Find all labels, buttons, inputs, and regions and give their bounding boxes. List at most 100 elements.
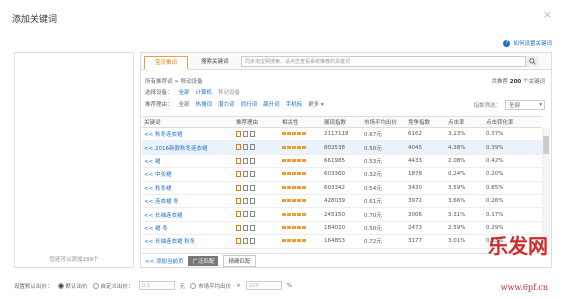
col-ctr[interactable]: 点击率 <box>446 116 484 128</box>
more-button[interactable]: 更多 ▾ <box>308 100 324 108</box>
relevance-bar <box>280 167 322 182</box>
avg-price-value: 0.72元 <box>362 234 406 249</box>
keyword-add-link[interactable]: << 中长裙 <box>142 167 234 182</box>
ctr-value: 3.13% <box>446 127 484 142</box>
keyword-add-link[interactable]: << 秋冬连衣裙 <box>142 127 234 142</box>
keyword-add-link[interactable]: << 长袖连衣裙 <box>142 207 234 222</box>
reason-tag-icon <box>236 211 241 218</box>
table-row[interactable]: << 长袖连衣裙 245150 0.70元 3006 3.31% 0.17% <box>142 207 542 222</box>
ctr-value: 3.59% <box>446 181 484 195</box>
reason-peer[interactable]: 同行词 <box>241 100 258 108</box>
competition-value: 4433 <box>406 154 446 169</box>
reason-tag-icon <box>250 171 255 178</box>
table-row[interactable]: << 中长裙 603360 0.32元 1878 0.24% 0.20% <box>142 167 542 182</box>
broad-match-button[interactable]: 广泛匹配 <box>188 255 219 266</box>
col-impressions[interactable]: 展现指数 <box>322 116 362 128</box>
reason-tag-icon <box>243 144 248 151</box>
reason-tag-icon <box>236 238 241 245</box>
col-relevance[interactable]: 相关性 <box>280 116 322 128</box>
relevance-bar-icon <box>282 212 306 216</box>
competition-value: 3006 <box>406 207 446 222</box>
avg-price-value: 0.70元 <box>362 207 406 222</box>
relevance-bar-icon <box>282 132 306 136</box>
impressions-value: 603342 <box>322 181 362 195</box>
close-icon[interactable]: × <box>543 8 552 21</box>
impressions-value: 428039 <box>322 194 362 209</box>
percent-input[interactable]: 100 <box>245 281 282 290</box>
reason-tag-icon <box>250 197 255 204</box>
breadcrumb: 所有推荐词 > 移动设备 <box>145 79 203 85</box>
table-row[interactable]: << 连衣裙 冬 428039 0.61元 3972 3.66% 0.26% <box>142 194 542 209</box>
avg-price-value: 0.32元 <box>362 167 406 182</box>
reason-tag-icon <box>236 197 241 204</box>
keyword-add-link[interactable]: << 裙 <box>142 154 234 169</box>
col-avg-price[interactable]: 市场平均出价 <box>362 116 406 128</box>
radio-custom[interactable]: 自定义出价： <box>92 282 134 290</box>
reason-icons <box>234 181 280 195</box>
reason-tag-icon <box>250 157 255 164</box>
col-keyword[interactable]: 关键词 <box>142 116 234 128</box>
table-row[interactable]: << 裙 661985 0.53元 4433 2.08% 0.42% <box>142 154 542 169</box>
reason-mobile[interactable]: 手机标 <box>286 100 303 108</box>
ctr-value: 0.24% <box>446 167 484 182</box>
search-button[interactable] <box>525 56 539 67</box>
table-row[interactable]: << 裙 冬 184020 0.50元 2473 2.59% 0.29% <box>142 221 542 236</box>
avg-price-value: 0.67元 <box>362 127 406 142</box>
keyword-add-link[interactable]: << 秋冬裙 <box>142 181 234 195</box>
table-row[interactable]: << 秋冬裙 603342 0.54元 3430 3.59% 0.85% <box>142 181 542 195</box>
competition-value: 1878 <box>406 167 446 182</box>
radio-default[interactable]: 默认出价 <box>57 282 88 290</box>
scrollbar-thumb[interactable] <box>543 136 549 154</box>
table-row[interactable]: << 秋冬连衣裙 2117118 0.67元 6162 3.13% 0.37% <box>142 127 542 142</box>
table-row[interactable]: << 长袖连衣裙 秋冬 164853 0.72元 3177 3.01% 0.33% <box>142 234 542 249</box>
reason-filter: 推荐理由： 全部 热搜词 潜力词 同行词 飙升词 手机标 更多 ▾ <box>145 100 324 108</box>
reason-icons <box>234 154 280 169</box>
cvr-value: 0.20% <box>484 167 542 182</box>
keyword-add-link[interactable]: << 裙 冬 <box>142 221 234 236</box>
reason-potential[interactable]: 潜力词 <box>218 100 235 108</box>
reason-icons <box>234 207 280 222</box>
table-header: 关键词 推荐理由 相关性 展现指数 市场平均出价 竞争指数 点击率 点击转化率 <box>142 116 542 128</box>
relevance-bar-icon <box>282 158 306 162</box>
exact-match-button[interactable]: 精确匹配 <box>223 254 256 267</box>
reason-tag-icon <box>250 184 255 191</box>
competition-value: 6162 <box>406 127 446 142</box>
ctr-value: 3.31% <box>446 207 484 222</box>
relevance-bar <box>280 127 322 142</box>
device-pc[interactable]: 计算机 <box>196 88 213 96</box>
tab-product-keywords[interactable]: 宝贝推词 <box>144 56 188 70</box>
reason-tag-icon <box>236 144 241 151</box>
avg-price-value: 0.50元 <box>362 221 406 236</box>
col-competition[interactable]: 竞争指数 <box>406 116 446 128</box>
device-all[interactable]: 全部 <box>179 88 190 96</box>
reason-rising[interactable]: 飙升词 <box>263 100 280 108</box>
table-row[interactable]: << 2016新款秋冬连衣裙 802538 0.50元 4045 4.38% 0.39% <box>142 140 542 155</box>
index-select[interactable]: 全部 ▾ <box>505 100 545 110</box>
reason-all[interactable]: 全部 <box>179 100 190 108</box>
col-reason[interactable]: 推荐理由 <box>234 116 280 128</box>
custom-bid-input[interactable]: 0.1 <box>138 281 175 290</box>
col-cvr[interactable]: 点击转化率 <box>484 116 542 128</box>
radio-market[interactable]: 市场平均出价 <box>190 282 231 290</box>
device-mobile[interactable]: 移动设备 <box>218 88 240 96</box>
competition-value: 2473 <box>406 221 446 236</box>
relevance-bar <box>280 181 322 195</box>
keyword-add-link[interactable]: << 2016新款秋冬连衣裙 <box>142 140 234 155</box>
selected-keywords-panel: 您还可以添加189个 <box>14 52 134 268</box>
reason-tag-icon <box>250 130 255 137</box>
keyword-add-link[interactable]: << 长袖连衣裙 秋冬 <box>142 234 234 249</box>
relevance-bar <box>280 221 322 236</box>
reason-hot[interactable]: 热搜词 <box>196 100 213 108</box>
search-input[interactable]: 同步淘宝网搜索，请点击查看系统推荐的关键词 <box>241 56 539 67</box>
dialog-title: 添加关键词 <box>12 15 58 25</box>
impressions-value: 184020 <box>322 221 362 236</box>
total-count: 共推荐 200 个关键词 <box>491 79 545 85</box>
avg-price-value: 0.54元 <box>362 181 406 195</box>
relevance-bar <box>280 140 322 155</box>
add-page-button[interactable]: << 添加当前页 <box>145 257 183 265</box>
impressions-value: 802538 <box>322 140 362 155</box>
tab-search-keywords[interactable]: 搜索关键词 <box>197 56 233 70</box>
keyword-add-link[interactable]: << 连衣裙 冬 <box>142 194 234 209</box>
help-link[interactable]: ? 如何设置关键词 <box>503 39 552 47</box>
reason-tag-icon <box>243 238 248 245</box>
